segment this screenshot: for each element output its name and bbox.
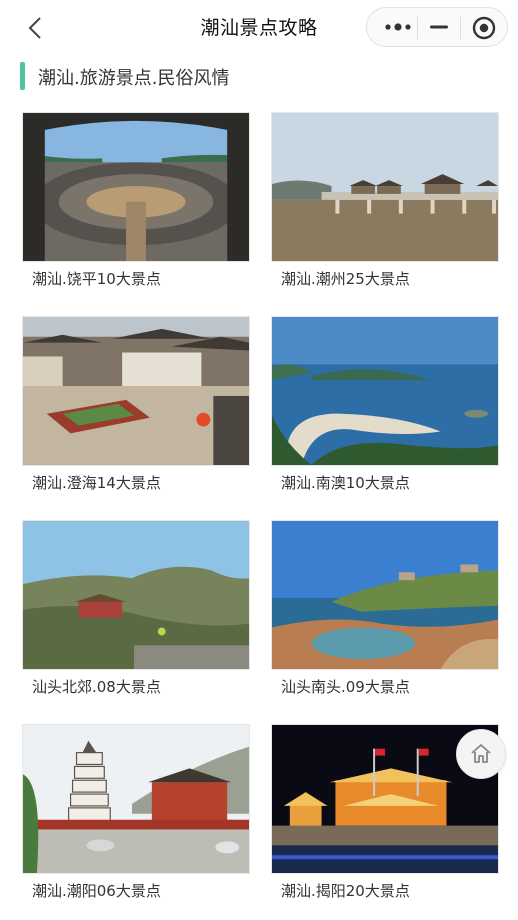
scenic-card[interactable]: 潮汕.南澳10大景点: [271, 316, 499, 510]
scenic-card[interactable]: 潮汕.潮阳06大景点: [22, 724, 250, 918]
scenic-photo: [22, 724, 250, 874]
scenic-card[interactable]: 汕头南头.09大景点: [271, 520, 499, 714]
home-icon: [471, 744, 491, 763]
scenic-card-label: 潮汕.揭阳20大景点: [281, 882, 410, 900]
scenic-card[interactable]: 潮汕.潮州25大景点: [271, 112, 499, 306]
scenic-card-label: 潮汕.南澳10大景点: [281, 474, 410, 492]
target-close-icon: [472, 16, 496, 40]
close-button[interactable]: [471, 15, 497, 41]
mini-program-capsule: [366, 7, 508, 47]
scenic-photo: [22, 316, 250, 466]
minimize-icon: [430, 25, 448, 29]
scenic-photo: [271, 112, 499, 262]
capsule-divider: [417, 17, 418, 39]
scenic-card-label: 汕头北郊.08大景点: [32, 678, 161, 696]
scenic-card[interactable]: 汕头北郊.08大景点: [22, 520, 250, 714]
more-dots-icon: [385, 23, 411, 31]
more-button[interactable]: [381, 18, 415, 36]
section-title: 潮汕.旅游景点.民俗风情: [38, 68, 230, 89]
nav-bar: 潮汕景点攻略: [0, 0, 518, 56]
scenic-card-label: 潮汕.澄海14大景点: [32, 474, 161, 492]
capsule-divider: [460, 17, 461, 39]
scenic-card-label: 潮汕.潮州25大景点: [281, 270, 410, 288]
scenic-card-label: 汕头南头.09大景点: [281, 678, 410, 696]
scenic-photo: [22, 520, 250, 670]
scenic-photo: [271, 316, 499, 466]
home-button[interactable]: [456, 729, 506, 779]
scenic-card-label: 潮汕.潮阳06大景点: [32, 882, 161, 900]
scenic-card[interactable]: 潮汕.澄海14大景点: [22, 316, 250, 510]
scenic-card[interactable]: 潮汕.饶平10大景点: [22, 112, 250, 306]
scenic-photo: [271, 520, 499, 670]
section-accent-bar: [20, 62, 25, 90]
minimize-button[interactable]: [427, 18, 451, 36]
scenic-card-label: 潮汕.饶平10大景点: [32, 270, 161, 288]
scenic-photo: [22, 112, 250, 262]
